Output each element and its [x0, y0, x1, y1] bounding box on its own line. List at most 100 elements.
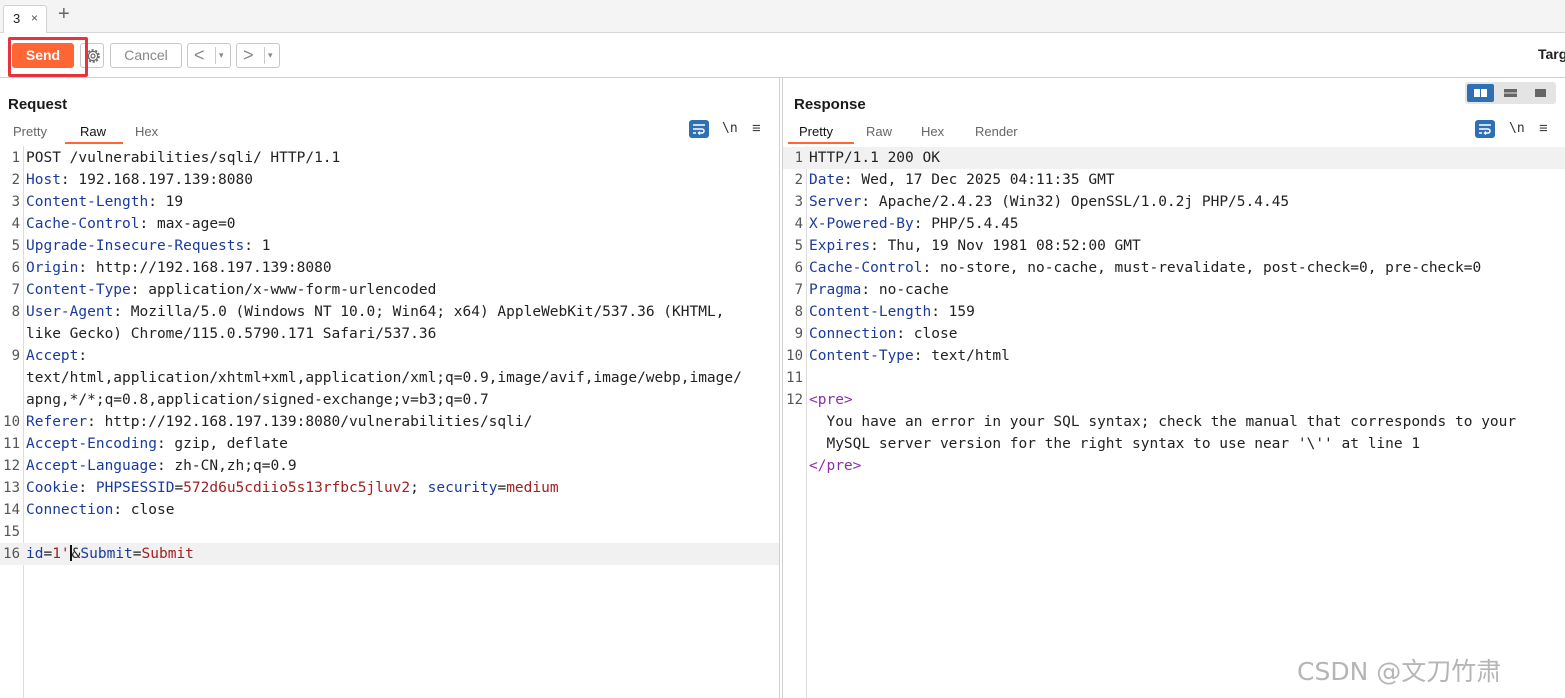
line-number: 8	[11, 304, 20, 320]
header-value: gzip, deflate	[165, 436, 288, 452]
code-line: 15	[0, 521, 779, 543]
header-name: Pragma	[809, 282, 862, 298]
menu-icon[interactable]: ≡	[1539, 120, 1559, 138]
line-text: POST /vulnerabilities/sqli/ HTTP/1.1	[26, 150, 341, 166]
chevron-right-icon: >	[243, 45, 254, 65]
code-line: 3 Server: Apache/2.4.23 (Win32) OpenSSL/1…	[783, 191, 1565, 213]
settings-button[interactable]	[80, 43, 104, 68]
line-number: 2	[794, 172, 803, 188]
header-name: Host	[26, 172, 61, 188]
request-editor[interactable]: 1 POST /vulnerabilities/sqli/ HTTP/1.1 2 Ho…	[0, 146, 779, 698]
menu-icon[interactable]: ≡	[752, 120, 772, 138]
tab-pretty[interactable]: Pretty	[13, 124, 47, 139]
line-number: 16	[3, 546, 20, 562]
close-tab-icon[interactable]: ×	[31, 11, 38, 25]
code-line: 1 HTTP/1.1 200 OK	[783, 147, 1565, 169]
response-view-tabs: Pretty Raw Hex Render	[783, 120, 1565, 144]
line-text: text/html,application/xhtml+xml,applicat…	[26, 370, 742, 386]
line-number: 15	[3, 524, 20, 540]
line-text: Accept:	[26, 348, 88, 364]
header-name: Content-Length	[26, 194, 149, 210]
code-line: 2 Date: Wed, 17 Dec 2025 04:11:35 GMT	[783, 169, 1565, 191]
active-tab-indicator	[788, 142, 854, 144]
cancel-button[interactable]: Cancel	[110, 43, 182, 68]
header-value: max-age=0	[148, 216, 236, 232]
header-value: http://192.168.197.139:8080	[87, 260, 332, 276]
cookie-separator: ;	[410, 480, 428, 496]
line-text: Content-Type: text/html	[809, 348, 1010, 364]
toolbar: Send Cancel < ▾ > ▾ Targ	[0, 33, 1565, 78]
divider	[264, 47, 265, 64]
chevron-down-icon[interactable]: ▾	[268, 45, 273, 66]
word-wrap-icon[interactable]	[689, 120, 709, 138]
single-pane-toggle[interactable]	[1527, 84, 1554, 102]
word-wrap-icon[interactable]	[1475, 120, 1495, 138]
cookie-value: medium	[506, 480, 559, 496]
line-text: HTTP/1.1 200 OK	[809, 150, 940, 166]
gear-icon	[86, 49, 100, 63]
code-line: 7 Pragma: no-cache	[783, 279, 1565, 301]
cookie-name: security	[427, 480, 498, 496]
code-line: 12 <pre>	[783, 389, 1565, 411]
line-text: MySQL server version for the right synta…	[809, 436, 1421, 452]
request-view-tabs: Pretty Raw Hex	[0, 120, 779, 144]
target-label[interactable]: Targ	[1538, 46, 1565, 62]
code-line: 6 Origin: http://192.168.197.139:8080	[0, 257, 779, 279]
header-name: Server	[809, 194, 862, 210]
code-line: 5 Upgrade-Insecure-Requests: 1	[0, 235, 779, 257]
code-line: 4 X-Powered-By: PHP/5.4.45	[783, 213, 1565, 235]
header-name: Expires	[809, 238, 871, 254]
tab-pretty[interactable]: Pretty	[799, 124, 833, 139]
watermark: CSDN @文刀竹肃	[1297, 657, 1502, 686]
line-number: 7	[11, 282, 20, 298]
tab-raw[interactable]: Raw	[866, 124, 892, 139]
request-title: Request	[8, 96, 68, 113]
split-horizontal-toggle[interactable]	[1467, 84, 1494, 102]
line-number: 12	[786, 392, 803, 408]
line-number: 9	[794, 326, 803, 342]
cookie-name: PHPSESSID	[95, 480, 175, 496]
code-line: 5 Expires: Thu, 19 Nov 1981 08:52:00 GMT	[783, 235, 1565, 257]
cookie-value: 572d6u5cdiio5s13rfbc5jluv2	[183, 480, 411, 496]
forward-button[interactable]: > ▾	[236, 43, 280, 68]
header-name: User-Agent	[26, 304, 114, 320]
tab-render[interactable]: Render	[975, 124, 1018, 139]
line-number: 8	[794, 304, 803, 320]
param-name: id	[26, 546, 44, 562]
line-text: Referer: http://192.168.197.139:8080/vul…	[26, 414, 533, 430]
back-button[interactable]: < ▾	[187, 43, 231, 68]
tab-raw[interactable]: Raw	[80, 124, 106, 139]
repeater-tab-3[interactable]: 3 ×	[3, 5, 47, 33]
show-newlines-icon[interactable]: \n	[722, 120, 742, 138]
code-line: MySQL server version for the right synta…	[783, 433, 1565, 455]
header-name: Content-Type	[26, 282, 131, 298]
line-text: like Gecko) Chrome/115.0.5790.171 Safari…	[26, 326, 437, 342]
code-line: 9 Connection: close	[783, 323, 1565, 345]
header-name: X-Powered-By	[809, 216, 914, 232]
code-line: apng,*/*;q=0.8,application/signed-exchan…	[0, 389, 779, 411]
response-editor[interactable]: 1 HTTP/1.1 200 OK 2 Date: Wed, 17 Dec 2025 …	[783, 146, 1565, 698]
chevron-down-icon[interactable]: ▾	[219, 45, 224, 66]
show-newlines-icon[interactable]: \n	[1509, 120, 1529, 138]
line-text: Cache-Control: max-age=0	[26, 216, 236, 232]
header-value: Wed, 17 Dec 2025 04:11:35 GMT	[852, 172, 1115, 188]
line-number: 6	[11, 260, 20, 276]
header-name: Date	[809, 172, 844, 188]
header-value: 19	[156, 194, 184, 210]
split-vertical-toggle[interactable]	[1497, 84, 1524, 102]
line-number: 3	[794, 194, 803, 210]
line-number: 11	[786, 370, 803, 386]
header-name: Upgrade-Insecure-Requests	[26, 238, 245, 254]
tab-hex[interactable]: Hex	[921, 124, 944, 139]
header-value: application/x-www-form-urlencoded	[139, 282, 437, 298]
line-text: Upgrade-Insecure-Requests: 1	[26, 238, 271, 254]
line-text: Content-Type: application/x-www-form-url…	[26, 282, 437, 298]
line-number: 12	[3, 458, 20, 474]
tab-hex[interactable]: Hex	[135, 124, 158, 139]
add-tab-icon[interactable]: +	[58, 4, 70, 24]
code-line: like Gecko) Chrome/115.0.5790.171 Safari…	[0, 323, 779, 345]
send-button[interactable]: Send	[12, 43, 74, 68]
html-tag: </pre>	[809, 458, 862, 474]
response-title: Response	[794, 96, 866, 113]
code-line: 14 Connection: close	[0, 499, 779, 521]
